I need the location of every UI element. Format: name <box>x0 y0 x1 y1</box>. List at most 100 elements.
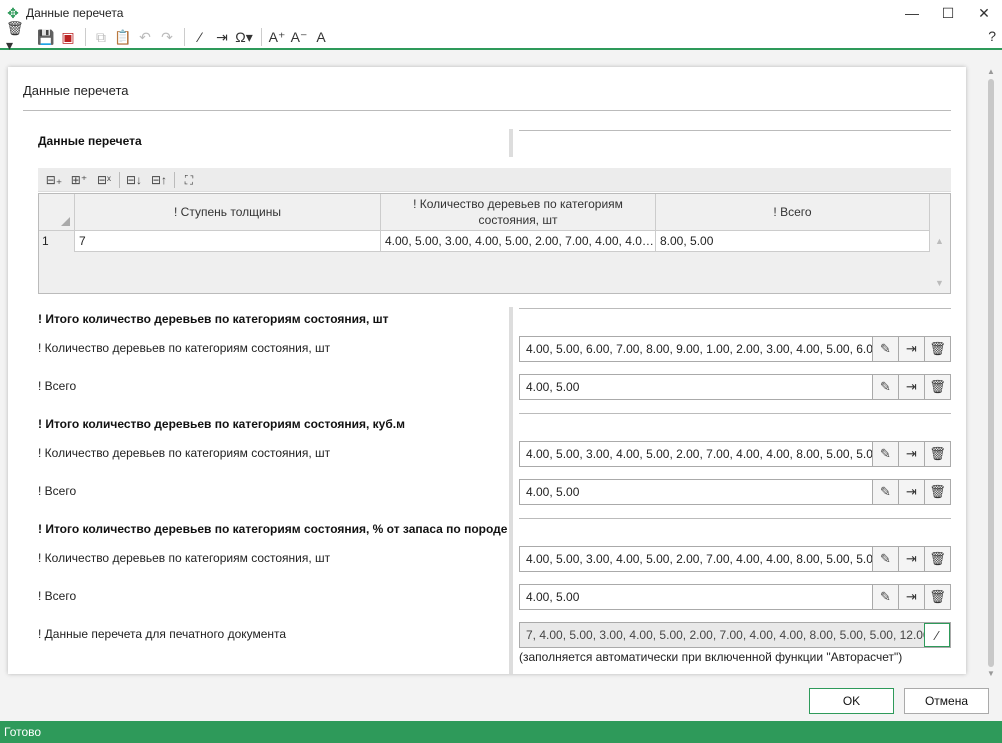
cancel-button[interactable]: Отмена <box>904 688 989 714</box>
autocalc-wand-icon[interactable]: ⁄ <box>924 623 950 647</box>
edit-icon[interactable]: ✎ <box>872 547 898 571</box>
field-total-percent: 4.00, 5.00 ✎ ⇥ 🗑 <box>519 584 951 610</box>
insert-icon[interactable]: ⇥ <box>898 375 924 399</box>
divider <box>519 308 951 309</box>
close-button[interactable]: ✕ <box>966 0 1002 26</box>
field-label-count: ! Количество деревьев по категориям сост… <box>38 551 331 565</box>
grid-scrollbar[interactable]: ▲ ▼ <box>930 194 950 293</box>
field-label-total: ! Всего <box>38 379 77 393</box>
data-grid: ! Ступень толщины ! Количество деревьев … <box>38 193 951 294</box>
minimize-button[interactable]: — <box>894 0 930 26</box>
clear-icon[interactable]: 🗑 <box>924 337 950 361</box>
column-header-thickness[interactable]: ! Ступень толщины <box>75 194 381 231</box>
field-value[interactable]: 4.00, 5.00, 6.00, 7.00, 8.00, 9.00, 1.00… <box>520 337 872 361</box>
insert-icon[interactable]: ⇥ <box>898 337 924 361</box>
scroll-down-icon[interactable]: ▼ <box>985 669 997 679</box>
help-icon[interactable]: ? <box>988 28 996 44</box>
grid-cell-thickness[interactable]: 7 <box>75 231 381 252</box>
ok-button[interactable]: OK <box>809 688 894 714</box>
column-header-total[interactable]: ! Всего <box>656 194 930 231</box>
section-title-data: Данные перечета <box>38 134 142 148</box>
edit-icon[interactable]: ✎ <box>872 337 898 361</box>
edit-icon[interactable]: ✎ <box>872 585 898 609</box>
font-default-icon[interactable]: A <box>311 27 331 47</box>
paste-icon[interactable]: 📋 <box>113 27 133 47</box>
scroll-down-icon[interactable]: ▼ <box>935 278 944 288</box>
copy-icon[interactable]: ⧉ <box>91 27 111 47</box>
magic-wand-icon[interactable]: ⁄ <box>190 27 210 47</box>
grid-cell-total[interactable]: 8.00, 5.00 <box>656 231 930 252</box>
select-all-icon <box>61 217 70 226</box>
toolbar-separator <box>85 28 86 46</box>
toolbar-separator <box>174 171 175 188</box>
scroll-up-icon[interactable]: ▲ <box>985 67 997 77</box>
clear-icon[interactable]: 🗑 <box>924 547 950 571</box>
window-title: Данные перечета <box>26 6 124 20</box>
field-value[interactable]: 4.00, 5.00, 3.00, 4.00, 5.00, 2.00, 7.00… <box>520 442 872 466</box>
insert-icon[interactable]: ⇥ <box>898 585 924 609</box>
field-value[interactable]: 4.00, 5.00 <box>520 480 872 504</box>
font-decrease-icon[interactable]: A⁻ <box>289 27 309 47</box>
scroll-up-icon[interactable]: ▲ <box>935 236 944 246</box>
divider <box>519 518 951 519</box>
divider <box>519 130 951 131</box>
page-scrollbar[interactable]: ▲ ▼ <box>985 67 997 679</box>
clear-icon[interactable]: 🗑 <box>924 442 950 466</box>
field-value[interactable]: 4.00, 5.00, 3.00, 4.00, 5.00, 2.00, 7.00… <box>520 547 872 571</box>
clear-icon[interactable]: 🗑 <box>924 585 950 609</box>
delete-row-icon[interactable]: ⊟ˣ <box>94 171 114 189</box>
field-label-print: ! Данные перечета для печатного документ… <box>38 627 287 641</box>
edit-icon[interactable]: ✎ <box>872 375 898 399</box>
divider <box>23 110 951 111</box>
main-toolbar: 🗑▾ 💾 ▣ ⧉ 📋 ↶ ↷ ⁄ ⇥ Ω▾ A⁺ A⁻ A ? <box>0 20 1002 53</box>
splitter <box>509 307 513 674</box>
field-label-count: ! Количество деревьев по категориям сост… <box>38 341 331 355</box>
field-count-percent: 4.00, 5.00, 3.00, 4.00, 5.00, 2.00, 7.00… <box>519 546 951 572</box>
field-total-m3: 4.00, 5.00 ✎ ⇥ 🗑 <box>519 479 951 505</box>
edit-icon[interactable]: ✎ <box>872 480 898 504</box>
fit-columns-icon[interactable]: ⛶ <box>179 171 199 189</box>
field-label-total: ! Всего <box>38 484 77 498</box>
row-number: 1 <box>39 231 75 252</box>
move-up-icon[interactable]: ⊟↑ <box>149 171 169 189</box>
title-bar: ✥ Данные перечета — ☐ ✕ <box>0 0 1002 26</box>
divider <box>519 413 951 414</box>
insert-icon[interactable]: ⇥ <box>898 547 924 571</box>
font-increase-icon[interactable]: A⁺ <box>267 27 287 47</box>
grid-cell-count[interactable]: 4.00, 5.00, 3.00, 4.00, 5.00, 2.00, 7.00… <box>381 231 656 252</box>
save-icon[interactable]: 💾 <box>36 27 56 47</box>
field-label-count: ! Количество деревьев по категориям сост… <box>38 446 331 460</box>
save-close-icon[interactable]: ▣ <box>58 27 78 47</box>
section-title-count-m3: ! Итого количество деревьев по категория… <box>38 417 405 431</box>
section-title-count-pcs: ! Итого количество деревьев по категория… <box>38 312 389 326</box>
insert-field-icon[interactable]: ⇥ <box>212 27 232 47</box>
field-print-data: 7, 4.00, 5.00, 3.00, 4.00, 5.00, 2.00, 7… <box>519 622 951 648</box>
splitter <box>509 129 513 157</box>
clear-icon[interactable]: 🗑 <box>924 480 950 504</box>
column-header-count[interactable]: ! Количество деревьев по категориям сост… <box>381 194 656 231</box>
field-label-total: ! Всего <box>38 589 77 603</box>
omega-symbol-icon[interactable]: Ω▾ <box>234 27 254 47</box>
toolbar-separator <box>184 28 185 46</box>
undo-icon[interactable]: ↶ <box>135 27 155 47</box>
field-value[interactable]: 4.00, 5.00 <box>520 585 872 609</box>
field-value[interactable]: 4.00, 5.00 <box>520 375 872 399</box>
field-total-pcs: 4.00, 5.00 ✎ ⇥ 🗑 <box>519 374 951 400</box>
toolbar-separator <box>261 28 262 46</box>
redo-icon[interactable]: ↷ <box>157 27 177 47</box>
clear-icon[interactable]: 🗑 <box>924 375 950 399</box>
edit-icon[interactable]: ✎ <box>872 442 898 466</box>
field-count-pcs: 4.00, 5.00, 6.00, 7.00, 8.00, 9.00, 1.00… <box>519 336 951 362</box>
app-window: ✥ Данные перечета — ☐ ✕ 🗑▾ 💾 ▣ ⧉ 📋 ↶ ↷ ⁄… <box>0 0 1002 743</box>
move-down-icon[interactable]: ⊟↓ <box>124 171 144 189</box>
insert-row-icon[interactable]: ⊞⁺ <box>69 171 89 189</box>
autocalc-hint: (заполняется автоматически при включенно… <box>519 650 903 664</box>
delete-dropdown-icon[interactable]: 🗑▾ <box>6 20 26 53</box>
maximize-button[interactable]: ☐ <box>930 0 966 26</box>
grid-toolbar: ⊟₊ ⊞⁺ ⊟ˣ ⊟↓ ⊟↑ ⛶ <box>38 168 951 192</box>
insert-icon[interactable]: ⇥ <box>898 480 924 504</box>
insert-icon[interactable]: ⇥ <box>898 442 924 466</box>
grid-corner[interactable] <box>39 194 75 231</box>
add-row-icon[interactable]: ⊟₊ <box>44 171 64 189</box>
scroll-thumb[interactable] <box>988 79 994 667</box>
